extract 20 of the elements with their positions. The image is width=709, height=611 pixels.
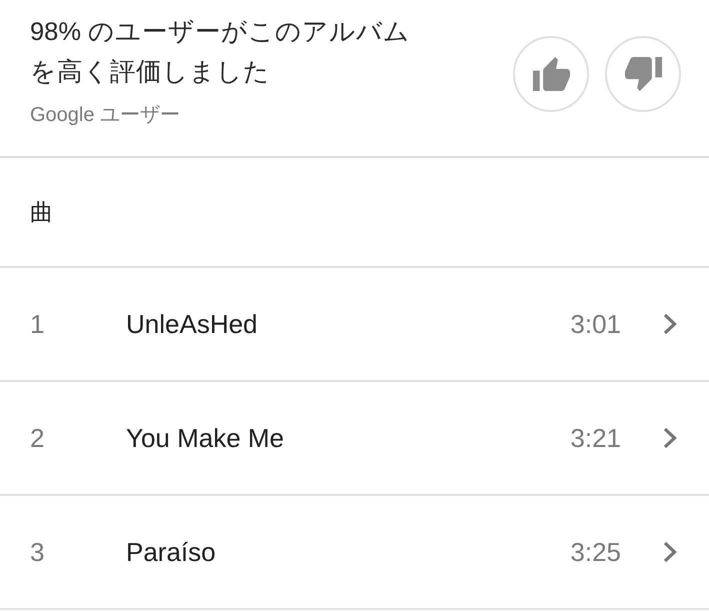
track-row[interactable]: 3 Paraíso 3:25 [0,496,709,610]
rating-source: Google ユーザー [30,103,182,128]
track-number: 1 [30,308,46,340]
rating-summary: 98% のユーザーがこのアルバム を高く評価しました [30,17,410,88]
track-duration: 3:25 [570,536,621,568]
chevron-right-icon [663,541,677,563]
chevron-right-icon [663,313,677,335]
track-number: 2 [30,422,46,454]
tracks-heading: 曲 [30,198,53,227]
thumbs-up-icon [532,57,570,91]
thumbs-down-icon [624,57,662,91]
track-row[interactable]: 1 UnleAsHed 3:01 [0,268,709,382]
track-title: UnleAsHed [126,308,258,340]
track-title: You Make Me [126,422,284,454]
track-duration: 3:01 [570,308,621,340]
track-title: Paraíso [126,536,216,568]
track-number: 3 [30,536,46,568]
track-row[interactable]: 2 You Make Me 3:21 [0,382,709,496]
track-duration: 3:21 [570,422,621,454]
chevron-right-icon [663,427,677,449]
